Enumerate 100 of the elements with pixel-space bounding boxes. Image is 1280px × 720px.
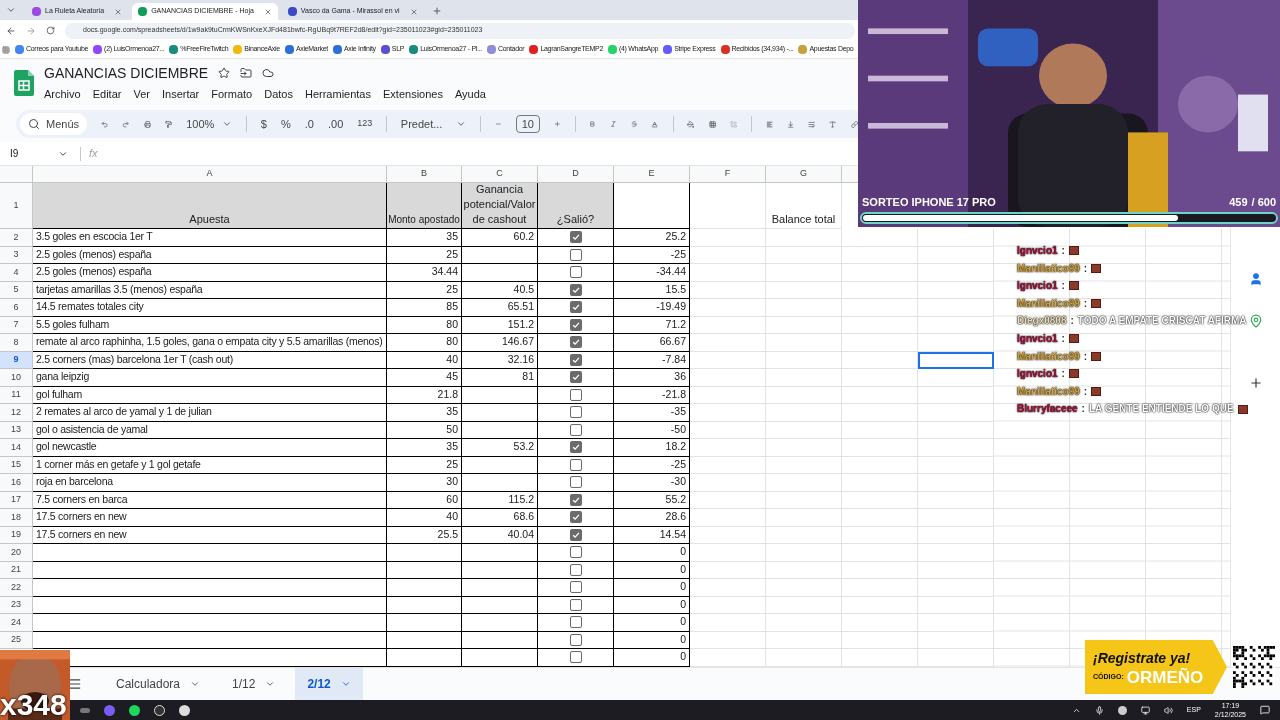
sheet-tab[interactable]: Calculadora [104,667,213,701]
row-number[interactable]: 2 [0,229,33,247]
checkbox[interactable] [569,528,582,541]
table-cell[interactable] [918,299,994,317]
row-number[interactable]: 10 [0,369,33,387]
checkbox[interactable] [569,441,582,454]
close-icon[interactable] [114,7,123,16]
column-header[interactable]: E [614,166,690,182]
checkbox[interactable] [569,371,582,384]
taskbar-app-icon[interactable] [129,704,140,716]
close-icon[interactable] [409,7,418,16]
all-sheets-icon[interactable] [68,677,82,691]
taskbar-app-icon[interactable] [154,704,165,716]
close-icon[interactable] [263,7,272,16]
checkbox[interactable] [569,476,582,489]
network-icon[interactable] [1140,705,1150,715]
move-folder-icon[interactable] [240,67,253,80]
table-cell[interactable] [918,509,994,527]
checkbox[interactable] [569,248,582,261]
menu-item[interactable]: Insertar [161,85,200,103]
sheets-logo-icon[interactable] [14,69,34,96]
checkbox[interactable] [569,388,582,401]
table-cell[interactable] [918,369,994,387]
number-format-button[interactable]: 123 [357,117,373,131]
checkbox[interactable] [569,563,582,576]
checkbox[interactable] [569,546,582,559]
checkbox[interactable] [569,633,582,646]
selected-cell[interactable] [918,351,994,369]
forward-icon[interactable] [26,25,36,36]
bold-icon[interactable] [589,118,596,130]
row-number[interactable]: 1 [0,183,33,229]
plus-icon[interactable] [553,118,561,130]
checkbox[interactable] [569,581,582,594]
column-header[interactable]: B [387,166,462,182]
menu-item[interactable]: Extensiones [383,85,443,103]
table-cell[interactable] [918,334,994,352]
volume-icon[interactable] [1163,705,1173,715]
menu-item[interactable]: Datos [264,85,293,103]
row-number[interactable]: 18 [0,509,33,527]
row-number[interactable]: 6 [0,299,33,317]
column-header[interactable]: C [462,166,538,182]
table-cell[interactable] [918,229,994,247]
table-cell[interactable] [918,421,994,439]
percent-format-button[interactable]: % [281,115,291,133]
row-number[interactable]: 14 [0,439,33,457]
row-number[interactable]: 22 [0,579,33,597]
menu-item[interactable]: Herramientas [304,85,371,103]
row-number[interactable]: 24 [0,614,33,632]
table-cell[interactable] [918,316,994,334]
menu-item[interactable]: Ayuda [454,85,486,103]
column-header[interactable]: D [538,166,614,182]
star-icon[interactable] [218,67,231,80]
column-header[interactable]: A [33,166,387,182]
row-number[interactable]: 16 [0,474,33,492]
currency-format-button[interactable]: $ [260,115,267,133]
table-cell[interactable] [918,439,994,457]
checkbox[interactable] [569,493,582,506]
reload-icon[interactable] [46,26,55,35]
checkbox[interactable] [569,511,582,524]
italic-icon[interactable] [609,118,617,130]
table-cell[interactable] [918,474,994,492]
back-icon[interactable] [6,25,16,36]
zoom-dropdown[interactable]: 100% [186,115,233,133]
table-cell[interactable] [918,456,994,474]
font-dropdown[interactable]: Predet... [400,115,467,133]
table-cell[interactable] [918,596,994,614]
checkbox[interactable] [569,616,582,629]
tab-list-icon[interactable] [6,5,16,15]
row-number[interactable]: 8 [0,334,33,352]
menu-item[interactable]: Archivo [44,85,81,103]
checkbox[interactable] [569,318,582,331]
table-cell[interactable] [918,614,994,632]
microphone-icon[interactable] [1094,705,1104,715]
font-size-field[interactable]: 10 [515,115,540,133]
checkbox[interactable] [569,598,582,611]
checkbox[interactable] [569,283,582,296]
row-number[interactable]: 12 [0,404,33,422]
taskbar-app-icon[interactable] [179,704,190,716]
checkbox[interactable] [569,231,582,244]
table-cell[interactable] [918,264,994,282]
checkbox[interactable] [569,336,582,349]
table-cell[interactable] [918,404,994,422]
menu-search-field[interactable]: Menús [20,113,88,135]
document-title[interactable]: GANANCIAS DICIEMBRE [44,62,209,84]
table-cell[interactable] [918,631,994,649]
table-cell[interactable] [918,579,994,597]
tray-app-icon[interactable] [1117,705,1127,715]
column-header[interactable]: F [690,166,766,182]
strikethrough-icon[interactable] [630,118,638,130]
table-cell[interactable] [918,649,994,667]
checkbox[interactable] [569,651,582,664]
name-box[interactable]: I9 [0,146,72,161]
checkbox[interactable] [569,406,582,419]
contacts-icon[interactable] [1248,272,1263,286]
checkbox[interactable] [569,458,582,471]
menu-item[interactable]: Ver [133,85,150,103]
checkbox[interactable] [569,353,582,366]
sheet-tab[interactable]: 1/12 [220,667,288,701]
table-cell[interactable] [918,544,994,562]
column-header[interactable]: G [766,166,842,182]
